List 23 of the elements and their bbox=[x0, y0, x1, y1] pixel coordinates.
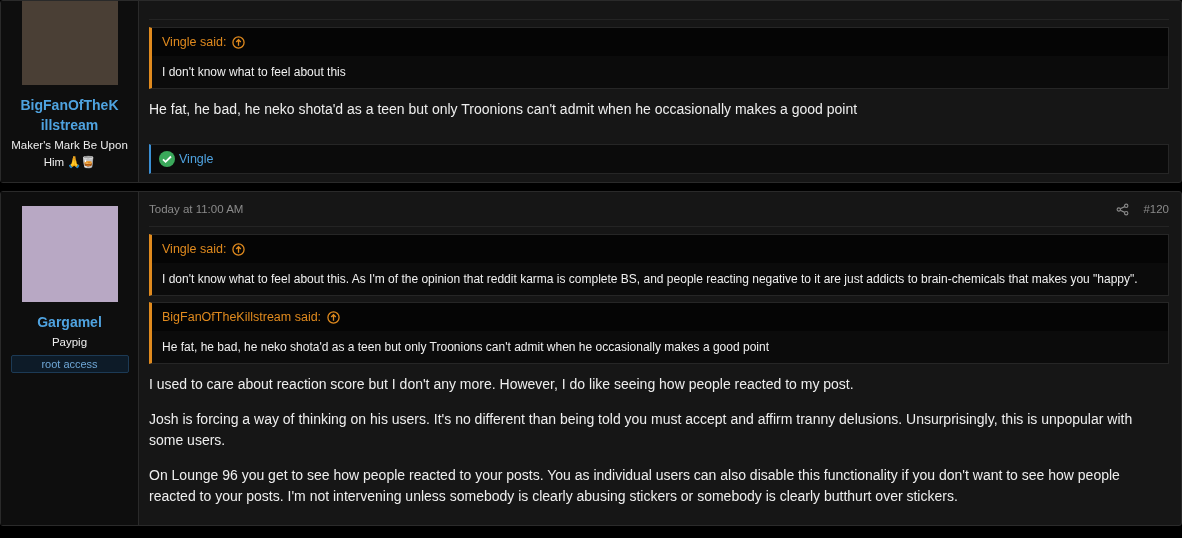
arrow-up-circle-icon[interactable] bbox=[232, 35, 246, 49]
post-text: I used to care about reaction score but I don't any more. However, I do like seeing how people reacted to my post. bbox=[149, 375, 855, 394]
post-number[interactable]: #120 bbox=[1143, 203, 1169, 215]
username[interactable]: BigFanOfTheKillstream bbox=[19, 95, 120, 135]
user-title: Paypig bbox=[51, 335, 88, 350]
user-banner: root access bbox=[10, 355, 129, 373]
post-text: He fat, he bad, he neko shota'd as a teen but only Troonions can't admit when he occasionally makes a good point bbox=[149, 100, 859, 119]
reaction-user-link[interactable]: Vingle bbox=[179, 152, 214, 166]
post-text: Josh is forcing a way of thinking on his users. It's no different than being told you must accept and affirm tranny delusions. Unsurprisingly, this is unpopular with some users. bbox=[149, 410, 1134, 450]
arrow-up-circle-icon[interactable] bbox=[327, 310, 341, 324]
quote-text: He fat, he bad, he neko shota'd as a teen but only Troonions can't admit when he occasionally makes a good point bbox=[152, 331, 1168, 363]
user-title: Maker's Mark Be Upon Him 🙏🥃 bbox=[11, 138, 128, 170]
quote-author[interactable]: BigFanOfTheKillstream said: bbox=[162, 310, 322, 324]
post-text: On Lounge 96 you get to see how people reacted to your posts. You as individual users can also disable this functionality if you don't want to see how people reacted to your posts. I'm not intervening unless somebody is clearly abusing stickers or somebody is clearly butthurt over stickers. bbox=[149, 466, 1121, 506]
post-date[interactable]: Today at 11:00 AM bbox=[149, 203, 1103, 215]
check-icon bbox=[159, 151, 175, 167]
quote-author[interactable]: Vingle said: bbox=[162, 242, 227, 256]
arrow-up-circle-icon[interactable] bbox=[232, 242, 246, 256]
share-icon[interactable] bbox=[1116, 202, 1130, 216]
quote-text: I don't know what to feel about this. As I'm of the opinion that reddit karma is complete BS, and people reacting negative to it are just addicts to brain-chemicals that makes you "happy". bbox=[152, 263, 1168, 295]
username[interactable]: Gargamel bbox=[19, 312, 120, 332]
quote-author[interactable]: Vingle said: bbox=[162, 35, 227, 49]
quote-text: I don't know what to feel about this bbox=[152, 56, 1168, 88]
